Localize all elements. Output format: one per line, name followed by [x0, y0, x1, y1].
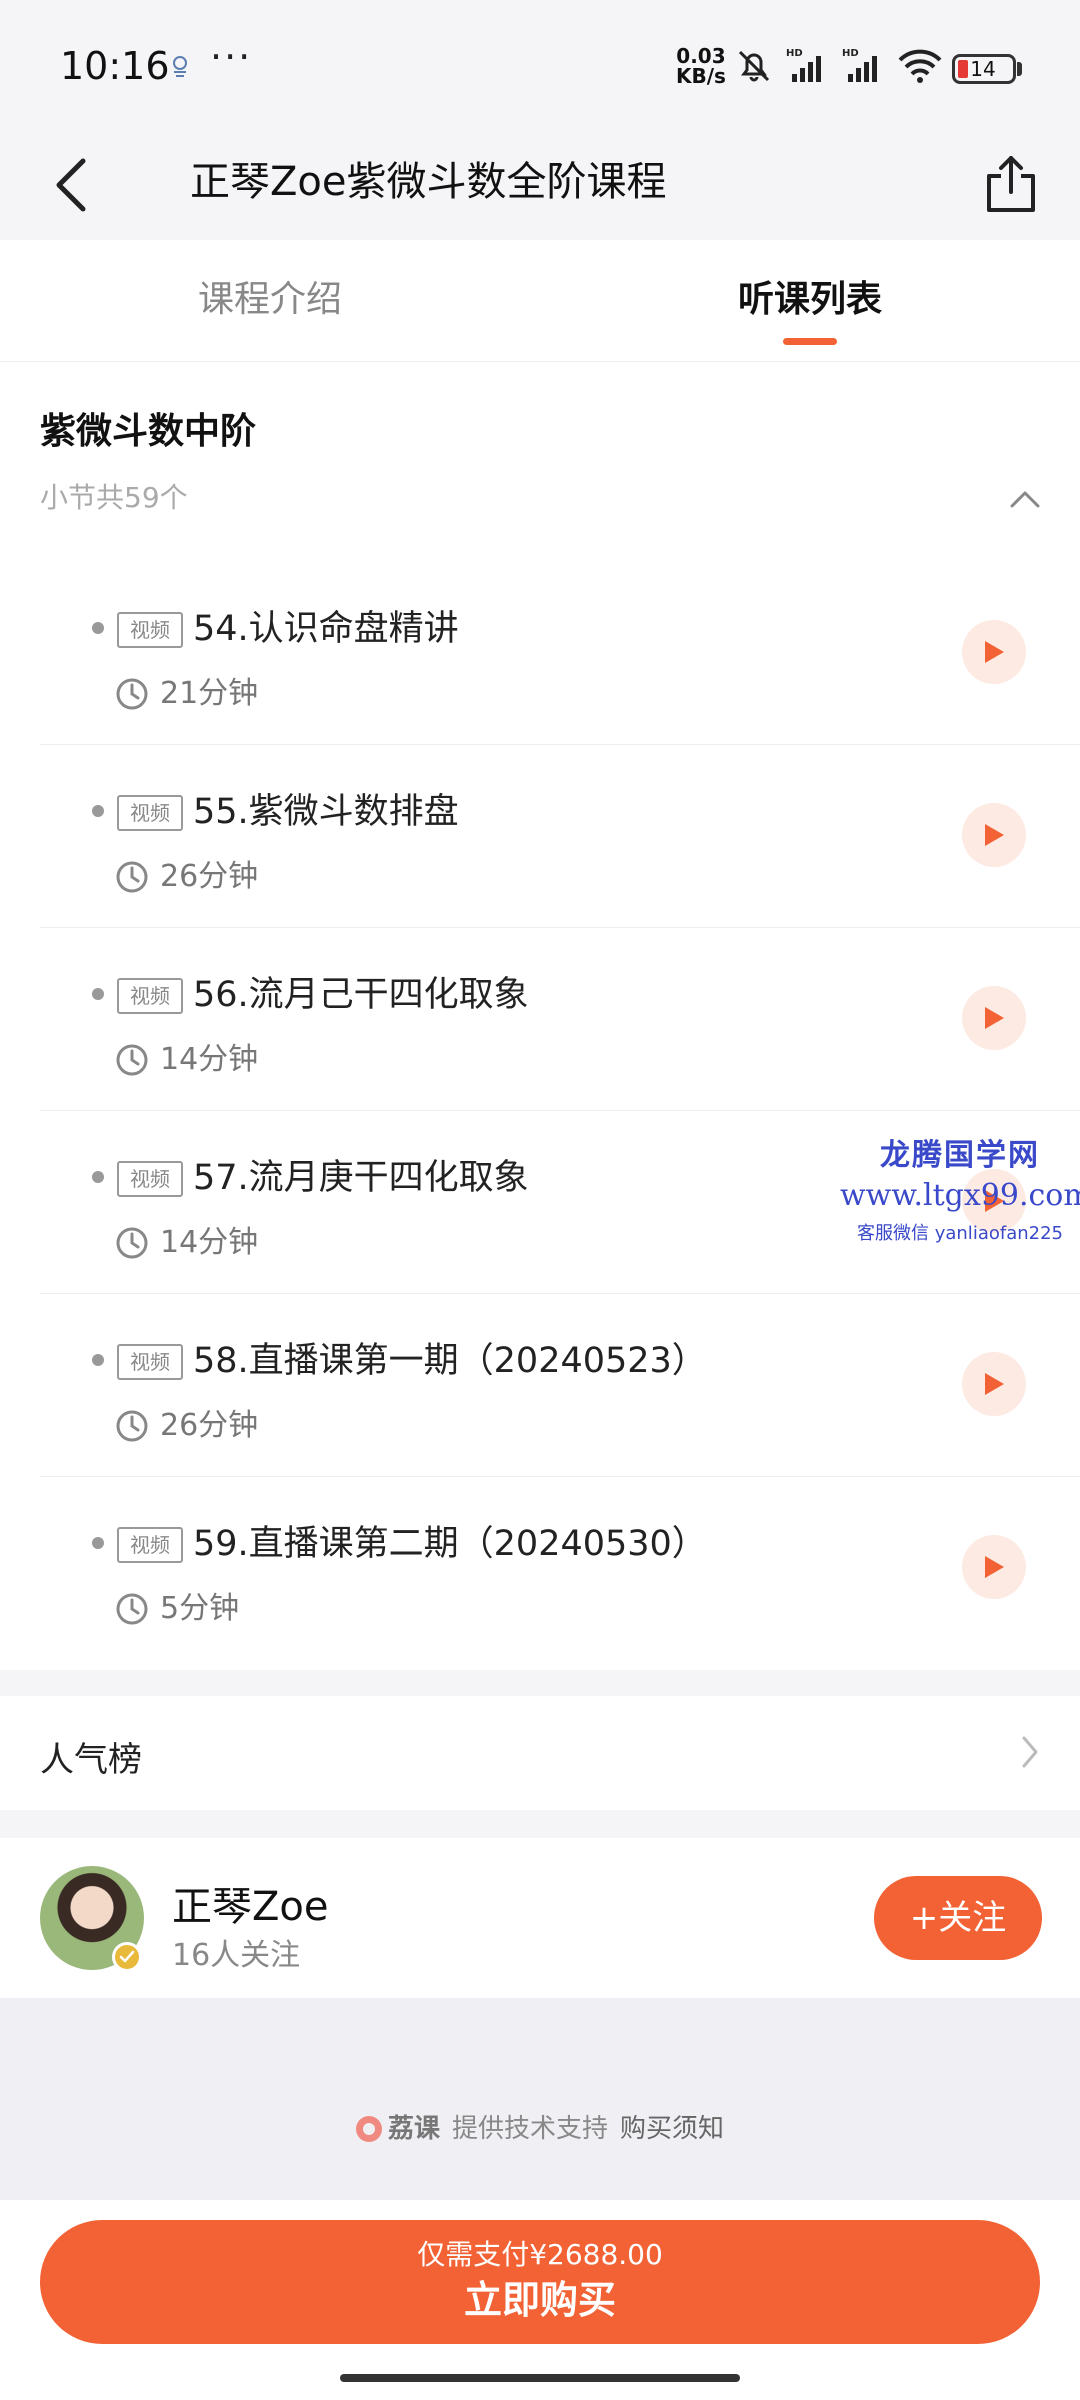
play-icon [985, 1007, 1004, 1029]
support-brand: 荔课 [387, 2114, 440, 2144]
clock-icon [116, 1044, 148, 1076]
bullet-icon [92, 1171, 104, 1183]
status-more-icon: ··· [210, 35, 253, 79]
buy-now-button[interactable]: 仅需支付¥2688.00 立即购买 [40, 2220, 1040, 2344]
watermark-url: www.ltgx99.com [840, 1178, 1080, 1213]
tech-support-line: 荔课 提供技术支持 购买须知 [0, 2108, 1080, 2145]
mute-bell-icon [738, 50, 770, 82]
lesson-item[interactable]: 视频 54.认识命盘精讲 21分钟 [40, 562, 1080, 745]
play-button[interactable] [962, 620, 1026, 684]
clock-icon [116, 1593, 148, 1625]
video-tag: 视频 [117, 795, 183, 831]
clock-icon [116, 678, 148, 710]
lesson-item[interactable]: 视频 58.直播课第一期（20240523） 26分钟 [40, 1294, 1080, 1477]
follower-count: 16人关注 [172, 1938, 301, 1973]
bullet-icon [92, 805, 104, 817]
clock-icon [116, 861, 148, 893]
bullet-icon [92, 1537, 104, 1549]
buy-label: 立即购买 [463, 2278, 616, 2322]
play-button[interactable] [962, 803, 1026, 867]
battery-icon: 14 [952, 54, 1016, 84]
buy-price: 仅需支付¥2688.00 [417, 2238, 663, 2271]
page-title: 正琴Zoe紫微斗数全阶课程 [190, 159, 667, 205]
lesson-title: 54.认识命盘精讲 [193, 609, 459, 649]
play-button[interactable] [962, 1352, 1026, 1416]
video-tag: 视频 [117, 978, 183, 1014]
lesson-duration: 5分钟 [160, 1591, 240, 1626]
video-tag: 视频 [117, 612, 183, 648]
lesson-title: 57.流月庚干四化取象 [193, 1158, 529, 1198]
lesson-duration: 14分钟 [160, 1042, 259, 1077]
share-button[interactable] [976, 144, 1046, 224]
video-tag: 视频 [117, 1161, 183, 1197]
share-icon [987, 156, 1035, 212]
weather-icon [173, 56, 187, 77]
lesson-duration: 26分钟 [160, 859, 259, 894]
home-indicator[interactable] [340, 2374, 740, 2382]
status-bar: 10:16 ··· 0.03 KB/s HD HD 14 [0, 0, 1080, 130]
lesson-item[interactable]: 视频 56.流月己干四化取象 14分钟 [40, 928, 1080, 1111]
bullet-icon [92, 622, 104, 634]
hd-signal-icon: HD [842, 48, 877, 82]
play-button[interactable] [962, 986, 1026, 1050]
chapter-title: 紫微斗数中阶 [40, 411, 257, 452]
tab-bar: 课程介绍 听课列表 [0, 240, 1080, 362]
video-tag: 视频 [117, 1344, 183, 1380]
app-header: 正琴Zoe紫微斗数全阶课程 [0, 130, 1080, 240]
status-time: 10:16 [60, 44, 170, 88]
video-tag: 视频 [117, 1527, 183, 1563]
lesson-title: 58.直播课第一期（20240523） [193, 1341, 707, 1381]
lesson-title: 59.直播课第二期（20240530） [193, 1524, 707, 1564]
lizhi-logo-icon [355, 2116, 382, 2142]
support-text: 提供技术支持 [451, 2114, 608, 2144]
chapter-section: 紫微斗数中阶 小节共59个 视频 54.认识命盘精讲 21分钟 视频 55.紫微… [0, 362, 1080, 1670]
popularity-row[interactable]: 人气榜 [0, 1696, 1080, 1810]
collapse-button[interactable] [1000, 474, 1050, 524]
purchase-bar: 仅需支付¥2688.00 立即购买 [0, 2200, 1080, 2400]
battery-level: 14 [970, 57, 996, 81]
back-button[interactable] [36, 150, 106, 220]
follow-button[interactable]: +关注 [874, 1876, 1042, 1960]
bullet-icon [92, 1354, 104, 1366]
bullet-icon [92, 988, 104, 1000]
tab-active-indicator [783, 338, 837, 345]
play-icon [985, 1373, 1004, 1395]
clock-icon [116, 1410, 148, 1442]
hd-signal-icon: HD [786, 48, 821, 82]
footer-area: 荔课 提供技术支持 购买须知 [0, 1998, 1080, 2200]
play-icon [985, 824, 1004, 846]
lesson-item[interactable]: 视频 55.紫微斗数排盘 26分钟 [40, 745, 1080, 928]
chevron-up-icon [1010, 491, 1040, 508]
verified-badge-icon [112, 1942, 142, 1972]
author-card: 正琴Zoe 16人关注 +关注 [0, 1838, 1080, 1998]
tab-course-intro[interactable]: 课程介绍 [120, 240, 420, 362]
wifi-icon [898, 49, 942, 83]
chevron-right-icon [1010, 1732, 1050, 1772]
lesson-title: 55.紫微斗数排盘 [193, 792, 459, 832]
lesson-duration: 21分钟 [160, 676, 259, 711]
chevron-left-icon [56, 158, 86, 212]
play-icon [985, 1556, 1004, 1578]
clock-icon [116, 1227, 148, 1259]
lesson-item[interactable]: 视频 59.直播课第二期（20240530） 5分钟 [40, 1477, 1080, 1660]
chapter-lesson-count: 小节共59个 [40, 481, 188, 514]
svg-text:HD: HD [842, 48, 859, 59]
lesson-list: 视频 54.认识命盘精讲 21分钟 视频 55.紫微斗数排盘 26分钟 视频 5… [40, 562, 1080, 1660]
net-speed: 0.03 KB/s [676, 44, 726, 88]
watermark: 龙腾国学网 www.ltgx99.com 客服微信 yanliaofan225 [840, 1130, 1080, 1245]
lesson-duration: 26分钟 [160, 1408, 259, 1443]
purchase-notice-link[interactable]: 购买须知 [620, 2114, 724, 2144]
lesson-title: 56.流月己干四化取象 [193, 975, 529, 1015]
play-button[interactable] [962, 1535, 1026, 1599]
svg-text:HD: HD [786, 48, 803, 59]
watermark-site-name: 龙腾国学网 [880, 1138, 1040, 1173]
lesson-duration: 14分钟 [160, 1225, 259, 1260]
watermark-contact: 客服微信 yanliaofan225 [857, 1223, 1063, 1244]
play-icon [985, 641, 1004, 663]
author-name[interactable]: 正琴Zoe [172, 1874, 328, 1932]
popularity-label: 人气榜 [40, 1740, 142, 1780]
